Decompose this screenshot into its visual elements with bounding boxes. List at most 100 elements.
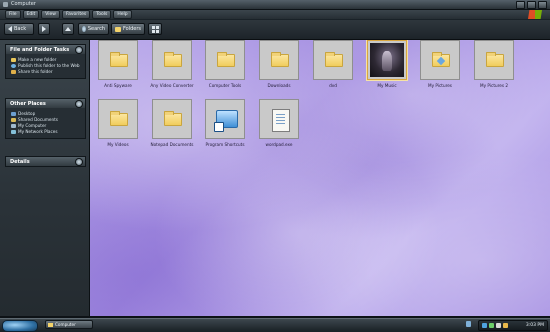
file-item-my-pictures[interactable]: My Pictures: [416, 40, 464, 88]
file-label: Anti Spyware: [104, 83, 132, 88]
document-icon: [272, 109, 290, 132]
file-label: Downloads: [267, 83, 291, 88]
clock[interactable]: 3:03 PM: [526, 323, 544, 328]
folders-button[interactable]: Folders: [111, 23, 145, 35]
task-label: Share this folder: [18, 69, 53, 74]
forward-arrow-icon: [42, 26, 46, 32]
folder-icon: [110, 52, 128, 67]
search-icon: [82, 26, 86, 32]
file-label: Any Video Converter: [150, 83, 194, 88]
thumbnail: [259, 99, 299, 139]
tray-app-icon[interactable]: [503, 323, 508, 328]
file-item-my-music[interactable]: My Music: [363, 40, 411, 88]
place-my-network-places[interactable]: My Network Places: [11, 129, 82, 134]
window-title: Computer: [11, 1, 36, 7]
place-label: Desktop: [18, 111, 36, 116]
file-folder-tasks-header[interactable]: File and Folder Tasks: [6, 45, 85, 54]
file-label: My Videos: [107, 142, 129, 147]
thumbnail: [259, 40, 299, 80]
file-item-dvd[interactable]: dvd: [309, 40, 357, 88]
file-label: My Pictures 2: [480, 83, 508, 88]
network-tray-icon[interactable]: [482, 323, 487, 328]
forward-button[interactable]: [38, 23, 50, 35]
other-places-header[interactable]: Other Places: [6, 99, 85, 108]
folder-icon: [486, 52, 504, 67]
album-art-image: [370, 43, 404, 77]
up-folder-button[interactable]: [62, 23, 74, 35]
file-item-notepad-documents[interactable]: Notepad Documents: [148, 99, 196, 147]
file-item-my-videos[interactable]: My Videos: [94, 99, 142, 147]
share-icon: [11, 69, 16, 74]
file-item-downloads[interactable]: Downloads: [255, 40, 303, 88]
thumbnail: [420, 40, 460, 80]
thumbnail: [205, 99, 245, 139]
file-item-anti-spyware[interactable]: Anti Spyware: [94, 40, 142, 88]
menu-bar: File Edit View Favorites Tools Help: [0, 10, 550, 19]
task-pane: File and Folder Tasks Make a new folder …: [0, 40, 90, 316]
title-bar: Computer: [0, 0, 550, 10]
thumbnail: [205, 40, 245, 80]
thumbnail: [98, 40, 138, 80]
views-button[interactable]: [148, 23, 162, 35]
system-tray: 3:03 PM: [478, 320, 548, 331]
menu-favorites[interactable]: Favorites: [61, 10, 91, 19]
taskbar: Computer 3:03 PM: [0, 318, 550, 332]
file-item-program-shortcuts[interactable]: Program Shortcuts: [201, 99, 249, 147]
volume-icon[interactable]: [496, 323, 501, 328]
file-label: Notepad Documents: [150, 142, 194, 147]
place-label: My Computer: [18, 123, 47, 128]
up-arrow-icon: [65, 27, 71, 31]
menu-file[interactable]: File: [5, 10, 21, 19]
task-share-folder[interactable]: Share this folder: [11, 69, 82, 74]
security-tray-icon[interactable]: [489, 323, 494, 328]
search-button[interactable]: Search: [78, 23, 109, 35]
shared-docs-icon: [11, 117, 16, 122]
panel-title: Details: [10, 158, 30, 165]
place-label: Shared Documents: [18, 117, 58, 122]
collapse-icon[interactable]: [75, 46, 83, 54]
folder-icon: [271, 52, 289, 67]
panel-title: Other Places: [10, 100, 46, 107]
place-desktop[interactable]: Desktop: [11, 111, 82, 116]
folder-icon: [48, 323, 53, 327]
file-label: Program Shortcuts: [205, 142, 245, 147]
back-button[interactable]: Back: [4, 23, 34, 35]
task-publish-to-web[interactable]: Publish this folder to the Web: [11, 63, 82, 68]
folder-icon: [164, 52, 182, 67]
menu-edit[interactable]: Edit: [22, 10, 40, 19]
task-label: Publish this folder to the Web: [18, 63, 80, 68]
folder-icon: [110, 111, 128, 126]
file-item-computer-tools[interactable]: Computer Tools: [201, 40, 249, 88]
quick-launch-icon[interactable]: [466, 321, 471, 327]
expand-icon[interactable]: [75, 158, 83, 166]
menu-view[interactable]: View: [41, 10, 60, 19]
place-shared-documents[interactable]: Shared Documents: [11, 117, 82, 122]
views-icon: [151, 25, 159, 33]
file-item-any-video-converter[interactable]: Any Video Converter: [148, 40, 196, 88]
close-button[interactable]: [538, 1, 547, 9]
file-item-wordpad[interactable]: wordpad.exe: [255, 99, 303, 147]
menu-tools[interactable]: Tools: [92, 10, 112, 19]
folders-label: Folders: [122, 26, 141, 32]
maximize-button[interactable]: [527, 1, 536, 9]
taskbar-window-button[interactable]: Computer: [45, 320, 93, 329]
window-icon: [3, 2, 8, 7]
file-item-my-pictures-2[interactable]: My Pictures 2: [470, 40, 518, 88]
search-label: Search: [87, 26, 105, 32]
start-button[interactable]: [2, 320, 38, 332]
desktop-icon: [11, 111, 16, 116]
thumbnail: [98, 99, 138, 139]
panel-title: File and Folder Tasks: [10, 46, 70, 53]
task-make-new-folder[interactable]: Make a new folder: [11, 57, 82, 62]
minimize-button[interactable]: [516, 1, 525, 9]
thumbnail: [474, 40, 514, 80]
folders-icon: [115, 26, 121, 32]
pictures-folder-icon: [432, 52, 450, 67]
taskbar-window-label: Computer: [55, 322, 76, 327]
toolbar: Back Search Folders: [0, 20, 550, 40]
collapse-icon[interactable]: [75, 100, 83, 108]
menu-help[interactable]: Help: [113, 10, 132, 19]
shortcut-icon: [214, 110, 238, 132]
place-my-computer[interactable]: My Computer: [11, 123, 82, 128]
details-header[interactable]: Details: [6, 157, 85, 166]
